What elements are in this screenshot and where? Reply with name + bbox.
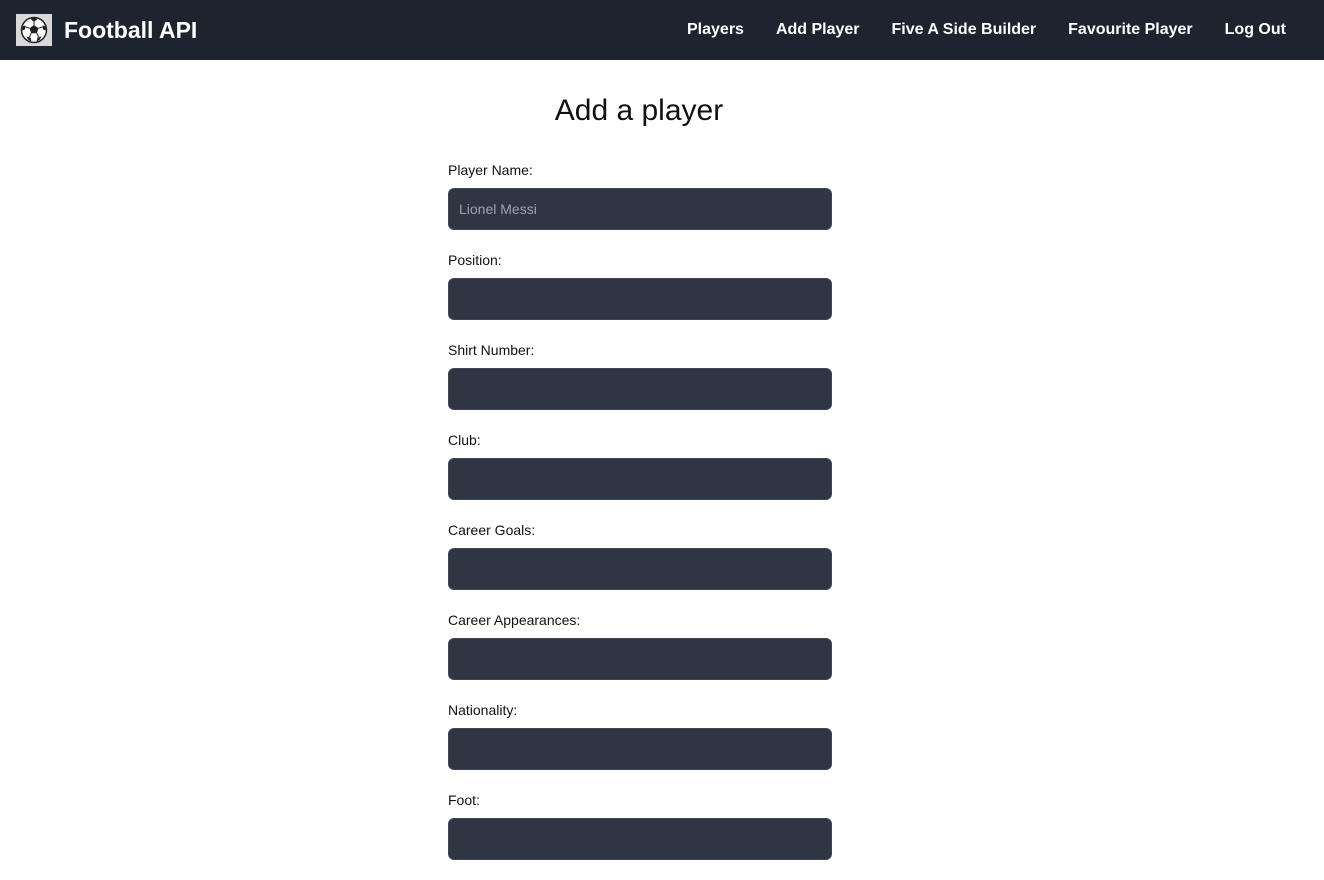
foot-label: Foot: xyxy=(448,792,480,808)
club-input[interactable] xyxy=(448,458,832,500)
add-player-form: Player Name: Position: Shirt Number: Clu… xyxy=(448,160,832,880)
nav-link-players[interactable]: Players xyxy=(687,21,744,39)
player-name-label: Player Name: xyxy=(448,162,533,178)
career-goals-field: Career Goals: xyxy=(448,520,832,610)
nationality-label: Nationality: xyxy=(448,702,518,718)
nav-link-five-a-side-builder[interactable]: Five A Side Builder xyxy=(892,21,1037,39)
main-nav: Players Add Player Five A Side Builder F… xyxy=(687,0,1286,60)
position-field: Position: xyxy=(448,250,832,340)
career-appearances-label: Career Appearances: xyxy=(448,612,581,628)
nav-link-log-out[interactable]: Log Out xyxy=(1225,21,1286,39)
career-appearances-field: Career Appearances: xyxy=(448,610,832,700)
nationality-field: Nationality: xyxy=(448,700,832,790)
brand[interactable]: Football API xyxy=(16,14,197,46)
brand-name[interactable]: Football API xyxy=(64,17,197,44)
foot-field: Foot: xyxy=(448,790,832,880)
career-goals-label: Career Goals: xyxy=(448,522,536,538)
club-field: Club: xyxy=(448,430,832,520)
soccer-ball-icon xyxy=(16,14,52,46)
position-label: Position: xyxy=(448,252,502,268)
club-label: Club: xyxy=(448,432,481,448)
career-goals-input[interactable] xyxy=(448,548,832,590)
nav-link-favourite-player[interactable]: Favourite Player xyxy=(1068,21,1193,39)
shirt-number-label: Shirt Number: xyxy=(448,342,535,358)
shirt-number-field: Shirt Number: xyxy=(448,340,832,430)
player-name-field: Player Name: xyxy=(448,160,832,250)
position-input[interactable] xyxy=(448,278,832,320)
foot-input[interactable] xyxy=(448,818,832,860)
page-title: Add a player xyxy=(554,94,724,127)
shirt-number-input[interactable] xyxy=(448,368,832,410)
top-navbar: Football API Players Add Player Five A S… xyxy=(0,0,1324,60)
nationality-input[interactable] xyxy=(448,728,832,770)
player-name-input[interactable] xyxy=(448,188,832,230)
career-appearances-input[interactable] xyxy=(448,638,832,680)
nav-link-add-player[interactable]: Add Player xyxy=(776,21,860,39)
